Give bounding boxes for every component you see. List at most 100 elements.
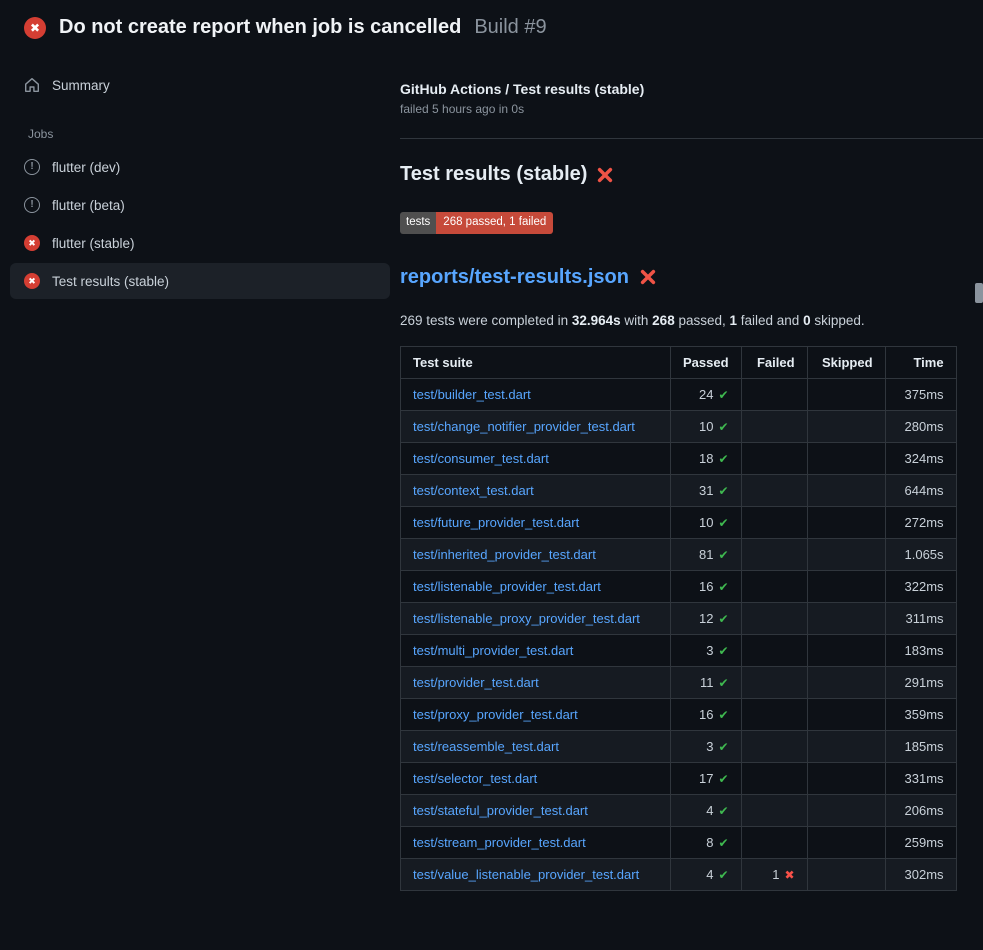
sidebar-item-summary[interactable]: Summary bbox=[10, 67, 390, 103]
passed-cell: 18✔ bbox=[671, 442, 742, 474]
sidebar-item-label: flutter (stable) bbox=[52, 236, 135, 251]
sidebar: Summary Jobs ! flutter (dev) ! flutter (… bbox=[0, 51, 400, 301]
failed-cell: 1✖ bbox=[741, 858, 807, 890]
summary-passed-count: 268 bbox=[652, 313, 675, 328]
count: 81 bbox=[699, 547, 713, 562]
table-row: test/stateful_provider_test.dart4✔206ms bbox=[401, 794, 957, 826]
sidebar-item-flutter-beta[interactable]: ! flutter (beta) bbox=[10, 187, 390, 223]
test-results-tbody: test/builder_test.dart24✔375mstest/chang… bbox=[401, 378, 957, 890]
test-suite-link[interactable]: test/stateful_provider_test.dart bbox=[413, 803, 588, 818]
test-suite-link[interactable]: test/proxy_provider_test.dart bbox=[413, 707, 578, 722]
badge-label: tests bbox=[400, 212, 436, 234]
skipped-cell bbox=[807, 378, 885, 410]
run-meta: failed 5 hours ago in 0s bbox=[400, 102, 983, 116]
test-suite-link[interactable]: test/multi_provider_test.dart bbox=[413, 643, 573, 658]
skipped-cell bbox=[807, 570, 885, 602]
table-row: test/reassemble_test.dart3✔185ms bbox=[401, 730, 957, 762]
scrollbar-thumb[interactable] bbox=[975, 283, 983, 303]
suite-cell: test/future_provider_test.dart bbox=[401, 506, 671, 538]
test-suite-link[interactable]: test/future_provider_test.dart bbox=[413, 515, 579, 530]
check-icon: ✔ bbox=[718, 612, 728, 626]
table-row: test/multi_provider_test.dart3✔183ms bbox=[401, 634, 957, 666]
test-suite-link[interactable]: test/listenable_provider_test.dart bbox=[413, 579, 601, 594]
suite-cell: test/listenable_proxy_provider_test.dart bbox=[401, 602, 671, 634]
count: 11 bbox=[700, 675, 714, 690]
table-row: test/listenable_proxy_provider_test.dart… bbox=[401, 602, 957, 634]
sidebar-item-flutter-stable[interactable]: ✖ flutter (stable) bbox=[10, 225, 390, 261]
count: 16 bbox=[699, 707, 713, 722]
summary-skipped-count: 0 bbox=[803, 313, 811, 328]
count: 4 bbox=[706, 867, 713, 882]
tests-badge: tests 268 passed, 1 failed bbox=[400, 212, 553, 234]
jobs-heading: Jobs bbox=[0, 105, 400, 147]
table-row: test/future_provider_test.dart10✔272ms bbox=[401, 506, 957, 538]
skipped-cell bbox=[807, 442, 885, 474]
test-suite-link[interactable]: test/context_test.dart bbox=[413, 483, 534, 498]
test-suite-link[interactable]: test/consumer_test.dart bbox=[413, 451, 549, 466]
test-suite-link[interactable]: test/listenable_proxy_provider_test.dart bbox=[413, 611, 640, 626]
badge-value: 268 passed, 1 failed bbox=[436, 212, 553, 234]
count: 31 bbox=[699, 483, 713, 498]
run-title: Do not create report when job is cancell… bbox=[59, 16, 461, 39]
summary-text: passed, bbox=[675, 313, 730, 328]
time-cell: 359ms bbox=[885, 698, 956, 730]
suite-cell: test/stateful_provider_test.dart bbox=[401, 794, 671, 826]
passed-cell: 16✔ bbox=[671, 698, 742, 730]
skipped-cell bbox=[807, 794, 885, 826]
divider bbox=[400, 138, 983, 139]
passed-cell: 4✔ bbox=[671, 794, 742, 826]
suite-cell: test/provider_test.dart bbox=[401, 666, 671, 698]
suite-cell: test/listenable_provider_test.dart bbox=[401, 570, 671, 602]
column-header-passed: Passed bbox=[671, 346, 742, 378]
failed-cell bbox=[741, 570, 807, 602]
failed-x-icon bbox=[639, 268, 657, 286]
test-suite-link[interactable]: test/selector_test.dart bbox=[413, 771, 537, 786]
failed-cell bbox=[741, 378, 807, 410]
passed-cell: 11✔ bbox=[671, 666, 742, 698]
count: 24 bbox=[699, 387, 713, 402]
skipped-cell bbox=[807, 826, 885, 858]
skipped-cell bbox=[807, 474, 885, 506]
time-cell: 291ms bbox=[885, 666, 956, 698]
passed-cell: 17 ✔ bbox=[671, 762, 742, 794]
skipped-cell bbox=[807, 538, 885, 570]
sidebar-item-label: flutter (dev) bbox=[52, 160, 120, 175]
time-cell: 331ms bbox=[885, 762, 956, 794]
sidebar-item-flutter-dev[interactable]: ! flutter (dev) bbox=[10, 149, 390, 185]
neutral-status-icon: ! bbox=[24, 159, 40, 175]
breadcrumb: GitHub Actions / Test results (stable) bbox=[400, 81, 983, 97]
page-layout: Summary Jobs ! flutter (dev) ! flutter (… bbox=[0, 51, 983, 891]
count: 4 bbox=[706, 803, 713, 818]
test-suite-link[interactable]: test/reassemble_test.dart bbox=[413, 739, 559, 754]
time-cell: 185ms bbox=[885, 730, 956, 762]
time-cell: 302ms bbox=[885, 858, 956, 890]
count: 17 bbox=[699, 771, 713, 786]
test-suite-link[interactable]: test/builder_test.dart bbox=[413, 387, 531, 402]
check-icon: ✔ bbox=[718, 772, 728, 786]
summary-text: 269 tests were completed in bbox=[400, 313, 572, 328]
test-suite-link[interactable]: test/value_listenable_provider_test.dart bbox=[413, 867, 639, 882]
passed-cell: 16✔ bbox=[671, 570, 742, 602]
failed-status-icon: ✖ bbox=[24, 235, 40, 251]
test-suite-link[interactable]: test/change_notifier_provider_test.dart bbox=[413, 419, 635, 434]
time-cell: 1.065s bbox=[885, 538, 956, 570]
report-file-link[interactable]: reports/test-results.json bbox=[400, 266, 629, 289]
sidebar-item-test-results-stable[interactable]: ✖ Test results (stable) bbox=[10, 263, 390, 299]
test-suite-link[interactable]: test/provider_test.dart bbox=[413, 675, 539, 690]
report-title: reports/test-results.json bbox=[400, 266, 983, 289]
run-header: ✖ Do not create report when job is cance… bbox=[0, 0, 983, 51]
suite-cell: test/stream_provider_test.dart bbox=[401, 826, 671, 858]
skipped-cell bbox=[807, 506, 885, 538]
check-icon: ✔ bbox=[718, 836, 728, 850]
suite-cell: test/proxy_provider_test.dart bbox=[401, 698, 671, 730]
passed-cell: 31✔ bbox=[671, 474, 742, 506]
test-suite-link[interactable]: test/inherited_provider_test.dart bbox=[413, 547, 596, 562]
failed-cell bbox=[741, 698, 807, 730]
failed-cell bbox=[741, 730, 807, 762]
table-row: test/value_listenable_provider_test.dart… bbox=[401, 858, 957, 890]
table-row: test/stream_provider_test.dart8✔259ms bbox=[401, 826, 957, 858]
test-suite-link[interactable]: test/stream_provider_test.dart bbox=[413, 835, 586, 850]
time-cell: 272ms bbox=[885, 506, 956, 538]
passed-cell: 3✔ bbox=[671, 634, 742, 666]
failed-cell bbox=[741, 634, 807, 666]
